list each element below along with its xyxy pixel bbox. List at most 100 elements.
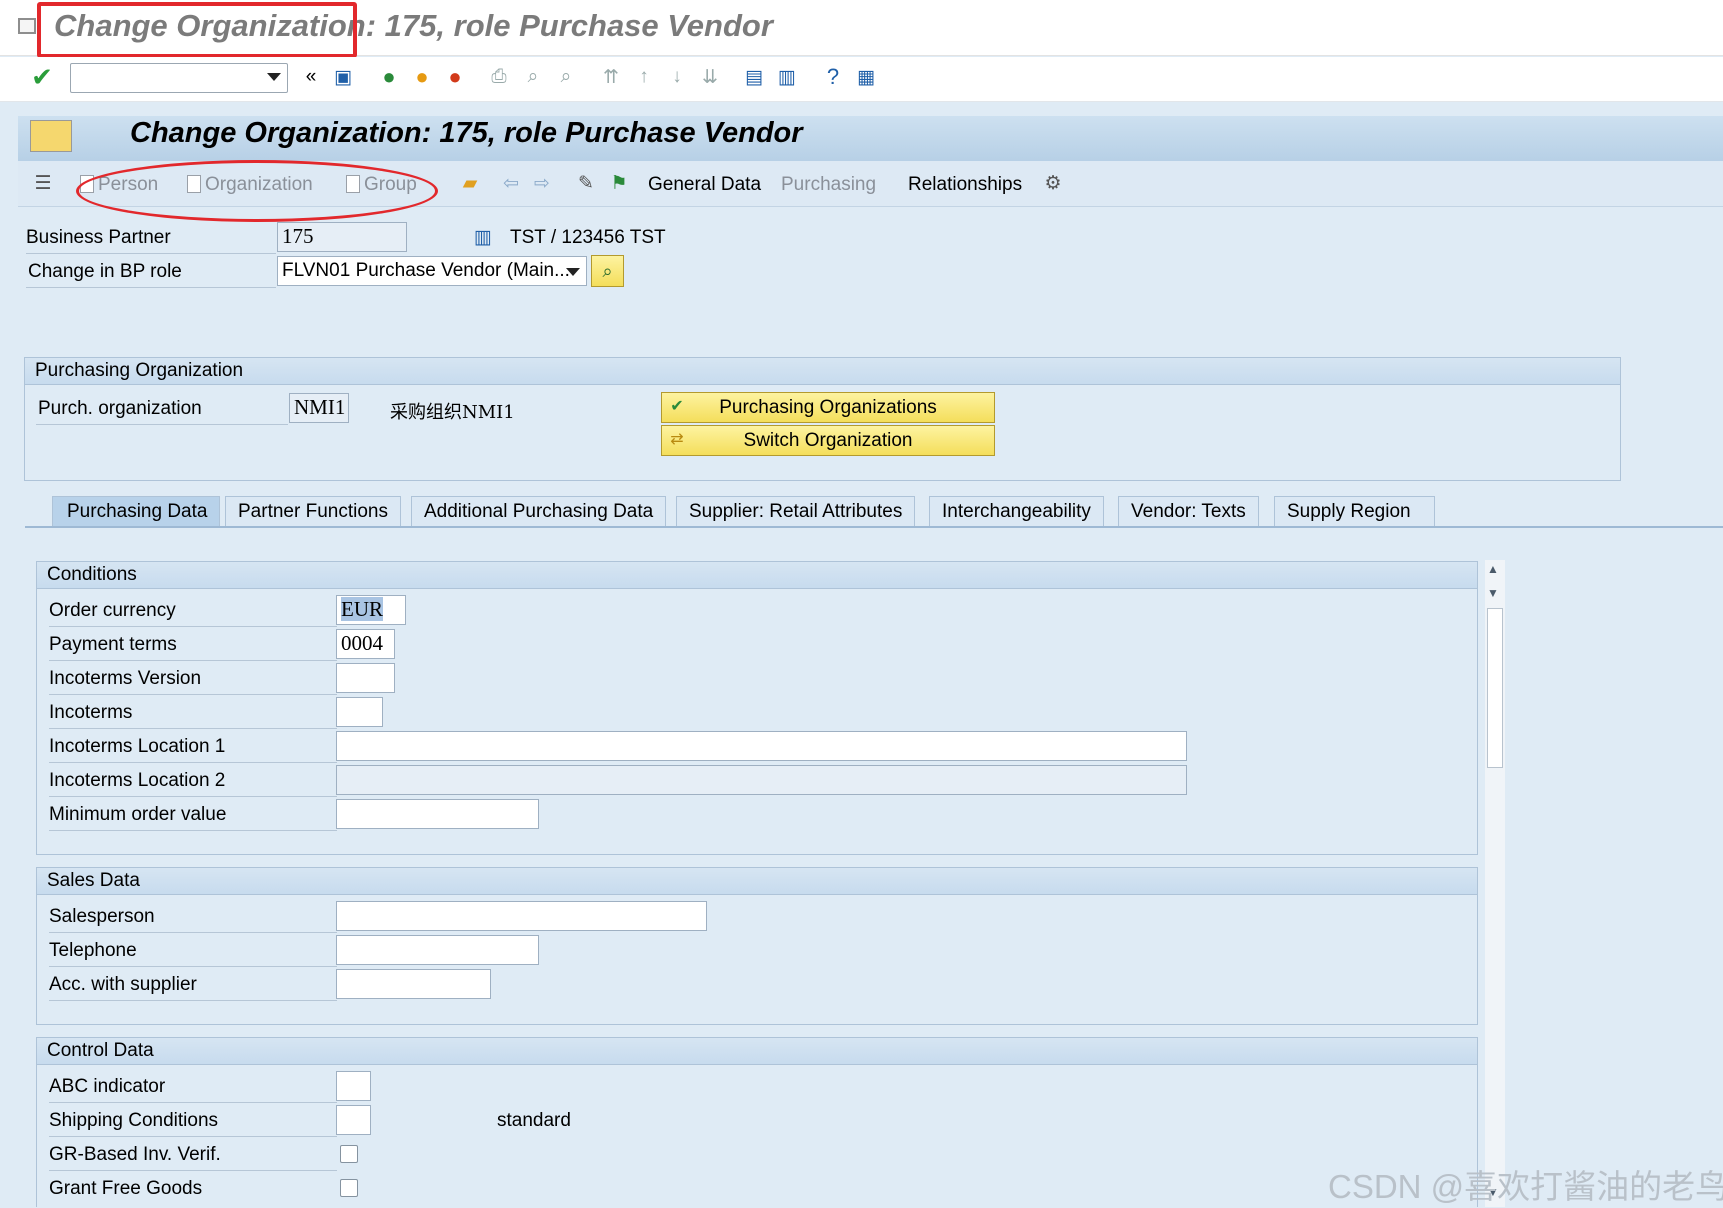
incoterms-location1-field[interactable] bbox=[336, 731, 1187, 761]
tab-supply-region[interactable]: Supply Region bbox=[1274, 496, 1435, 527]
highlight-box bbox=[37, 2, 357, 58]
purch-org-desc: 采购组织NMI1 bbox=[390, 402, 515, 423]
purch-org-label: Purch. organization bbox=[38, 398, 202, 419]
shipping-conditions-label: Shipping Conditions bbox=[49, 1110, 219, 1131]
other-object-icon[interactable]: ⚑ bbox=[606, 170, 632, 196]
tab-supplier-retail-attributes[interactable]: Supplier: Retail Attributes bbox=[676, 496, 916, 527]
payment-terms-label: Payment terms bbox=[49, 634, 177, 655]
shortcut-icon[interactable]: ▥ bbox=[774, 64, 800, 90]
incoterms-version-field[interactable] bbox=[336, 663, 395, 693]
minimum-order-label: Minimum order value bbox=[49, 804, 227, 825]
window-menu-icon[interactable] bbox=[18, 18, 36, 34]
arrow-right-icon[interactable]: ⇨ bbox=[529, 170, 555, 196]
last-page-icon[interactable]: ⇊ bbox=[697, 64, 723, 90]
abc-indicator-field[interactable] bbox=[336, 1071, 371, 1101]
scrollbar-thumb[interactable] bbox=[1487, 608, 1503, 768]
display-change-icon[interactable]: ✎ bbox=[573, 170, 599, 196]
order-currency-field[interactable]: EUR bbox=[336, 595, 406, 625]
role-label: Change in BP role bbox=[28, 261, 182, 282]
switch-organization-button[interactable]: ⇄ Switch Organization bbox=[661, 425, 995, 456]
incoterms-version-label: Incoterms Version bbox=[49, 668, 202, 689]
salesperson-field[interactable] bbox=[336, 901, 707, 931]
role-details-button[interactable]: ⌕ bbox=[591, 255, 624, 287]
purch-org-field[interactable]: NMI1 bbox=[289, 393, 349, 423]
sales-data-box: Sales Data bbox=[36, 867, 1478, 1025]
tab-strip-line bbox=[25, 526, 1723, 528]
bp-field[interactable]: 175 bbox=[277, 222, 407, 252]
incoterms-location2-field[interactable] bbox=[336, 765, 1187, 795]
enter-icon[interactable]: ✔ bbox=[29, 62, 55, 92]
find-next-icon[interactable]: ⌕ bbox=[553, 64, 579, 90]
role-dropdown[interactable]: FLVN01 Purchase Vendor (Main... bbox=[277, 256, 587, 286]
acc-supplier-field[interactable] bbox=[336, 969, 491, 999]
tab-additional-purchasing-data[interactable]: Additional Purchasing Data bbox=[411, 496, 667, 527]
conditions-box: Conditions bbox=[36, 561, 1478, 855]
gr-based-label: GR-Based Inv. Verif. bbox=[49, 1144, 221, 1165]
list-icon[interactable]: ☰ bbox=[30, 170, 56, 196]
switch-organization-label: Switch Organization bbox=[743, 430, 913, 451]
exit-icon[interactable]: ● bbox=[409, 64, 435, 90]
telephone-label: Telephone bbox=[49, 940, 137, 961]
telephone-field[interactable] bbox=[336, 935, 539, 965]
menu-icon[interactable] bbox=[30, 120, 72, 152]
incoterms-location2-label: Incoterms Location 2 bbox=[49, 770, 226, 791]
gr-based-checkbox[interactable] bbox=[340, 1145, 358, 1163]
minimum-order-field[interactable] bbox=[336, 799, 539, 829]
relationships-button[interactable]: Relationships bbox=[908, 174, 1022, 196]
shipping-conditions-field[interactable] bbox=[336, 1105, 371, 1135]
find-icon[interactable]: ⌕ bbox=[520, 64, 546, 90]
check-icon: ✔ bbox=[670, 398, 684, 415]
purchasing-organizations-button[interactable]: ✔ Purchasing Organizations bbox=[661, 392, 995, 423]
first-page-icon[interactable]: ⇈ bbox=[598, 64, 624, 90]
tab-interchangeability[interactable]: Interchangeability bbox=[929, 496, 1104, 527]
abc-indicator-label: ABC indicator bbox=[49, 1076, 166, 1097]
help-icon[interactable]: ? bbox=[820, 64, 846, 90]
general-data-button[interactable]: General Data bbox=[648, 174, 761, 196]
purchasing-organizations-label: Purchasing Organizations bbox=[719, 397, 937, 418]
tab-vendor-texts[interactable]: Vendor: Texts bbox=[1118, 496, 1259, 527]
sales-data-title: Sales Data bbox=[37, 868, 1477, 895]
previous-page-icon[interactable]: ↑ bbox=[631, 64, 657, 90]
grant-free-goods-checkbox[interactable] bbox=[340, 1179, 358, 1197]
bp-description: TST / 123456 TST bbox=[510, 227, 666, 248]
control-data-box: Control Data bbox=[36, 1037, 1478, 1207]
salesperson-label: Salesperson bbox=[49, 906, 155, 927]
new-session-icon[interactable]: ▤ bbox=[741, 64, 767, 90]
control-data-title: Control Data bbox=[37, 1038, 1477, 1065]
payment-terms-field[interactable]: 0004 bbox=[336, 629, 395, 659]
order-currency-value: EUR bbox=[341, 597, 383, 621]
cancel-icon[interactable]: ● bbox=[442, 64, 468, 90]
screen-title: Change Organization: 175, role Purchase … bbox=[130, 117, 803, 149]
incoterms-label: Incoterms bbox=[49, 702, 133, 723]
open-folder-icon[interactable]: ▰ bbox=[457, 170, 483, 196]
tab-purchasing-data[interactable]: Purchasing Data bbox=[52, 496, 221, 527]
conditions-title: Conditions bbox=[37, 562, 1477, 589]
role-value: FLVN01 Purchase Vendor (Main... bbox=[282, 260, 570, 281]
purch-org-title: Purchasing Organization bbox=[25, 358, 1620, 385]
scroll-up-icon[interactable]: ▲ bbox=[1487, 562, 1499, 576]
incoterms-location1-label: Incoterms Location 1 bbox=[49, 736, 226, 757]
print-icon[interactable]: ⎙ bbox=[486, 64, 512, 90]
arrow-left-icon[interactable]: ⇦ bbox=[498, 170, 524, 196]
next-page-icon[interactable]: ↓ bbox=[664, 64, 690, 90]
save-icon[interactable]: ▣ bbox=[330, 64, 356, 90]
bp-label: Business Partner bbox=[26, 227, 171, 248]
scroll-down-icon[interactable]: ▼ bbox=[1487, 586, 1499, 600]
back-icon[interactable]: ● bbox=[376, 64, 402, 90]
role-details-icon: ⌕ bbox=[602, 261, 613, 281]
watermark: CSDN @喜欢打酱油的老鸟 bbox=[1328, 1168, 1723, 1205]
acc-supplier-label: Acc. with supplier bbox=[49, 974, 197, 995]
grant-free-goods-label: Grant Free Goods bbox=[49, 1178, 203, 1199]
dropdown-arrow-icon bbox=[566, 268, 580, 276]
tab-partner-functions[interactable]: Partner Functions bbox=[225, 496, 401, 527]
purchasing-button[interactable]: Purchasing bbox=[781, 174, 876, 196]
company-icon: ▥ bbox=[474, 226, 492, 248]
switch-icon: ⇄ bbox=[670, 431, 684, 448]
command-field[interactable] bbox=[70, 63, 288, 93]
user-settings-icon[interactable]: ⚙ bbox=[1040, 170, 1066, 196]
collapse-icon[interactable]: « bbox=[298, 64, 324, 90]
customize-layout-icon[interactable]: ▦ bbox=[853, 64, 879, 90]
incoterms-field[interactable] bbox=[336, 697, 383, 727]
order-currency-label: Order currency bbox=[49, 600, 176, 621]
highlight-ellipse bbox=[76, 160, 438, 222]
